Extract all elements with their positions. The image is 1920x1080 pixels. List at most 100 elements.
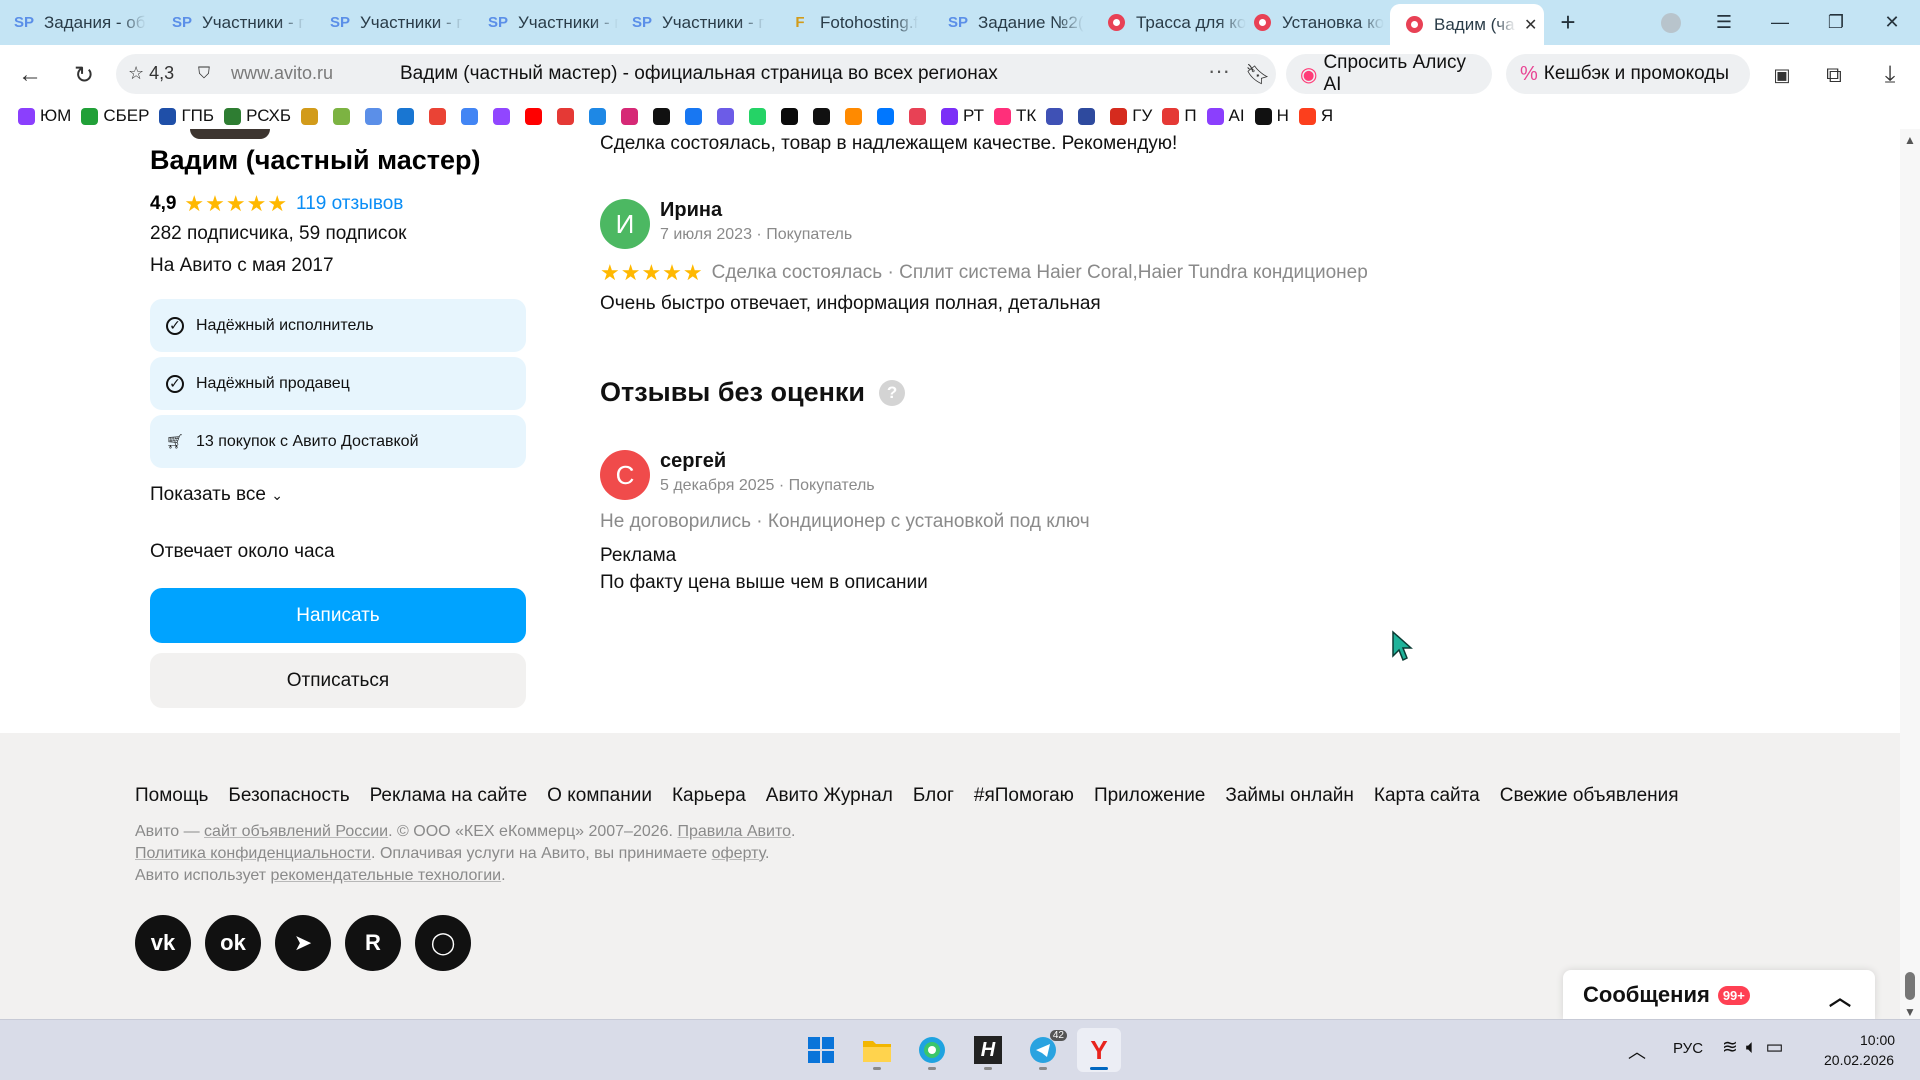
tab-3[interactable]: SP Участники - г (316, 6, 474, 39)
footer-nav-link[interactable]: Реклама на сайте (370, 785, 528, 807)
help-icon[interactable]: ? (879, 379, 906, 406)
footer-nav-link[interactable]: О компании (547, 785, 652, 807)
bookmark-item[interactable] (429, 107, 451, 125)
reload-icon[interactable]: ↻ (66, 57, 102, 93)
tab-2[interactable]: SP Участники - г (158, 6, 316, 39)
footer-nav-link[interactable]: Помощь (135, 785, 208, 807)
wifi-icon[interactable]: ≋ (1722, 1037, 1746, 1058)
bookmark-item[interactable] (621, 107, 643, 125)
tab-6[interactable]: F Fotohosting.f (776, 6, 934, 39)
bookmark-item[interactable] (525, 107, 547, 125)
site-rating[interactable]: ☆ 4,3 (128, 63, 174, 84)
tab-1[interactable]: SP Задания - об (0, 6, 158, 39)
bookmark-icon[interactable]: 🔖︎ (1245, 62, 1270, 87)
bookmark-item[interactable] (813, 107, 835, 125)
restore-icon[interactable]: ❐ (1808, 0, 1864, 45)
h-app-icon[interactable]: H (966, 1028, 1010, 1072)
tab-4[interactable]: SP Участники - г (474, 6, 618, 39)
yandex-browser-icon[interactable]: Y (1077, 1028, 1121, 1072)
footer-nav-link[interactable]: Блог (913, 785, 954, 807)
tab-8[interactable]: Трасса для ко (1092, 6, 1250, 39)
bookmark-item[interactable] (365, 107, 387, 125)
footer-nav-link[interactable]: Свежие объявления (1500, 785, 1679, 807)
bookmark-item[interactable]: AI (1206, 106, 1245, 126)
footer-nav-link[interactable]: #яПомогаю (974, 785, 1074, 807)
footer-link[interactable]: рекомендательные технологии (271, 867, 502, 884)
footer-nav-link[interactable]: Приложение (1094, 785, 1205, 807)
bookmark-item[interactable] (781, 107, 803, 125)
tab-5[interactable]: SP Участники - г (618, 6, 776, 39)
footer-nav-link[interactable]: Карьера (672, 785, 746, 807)
close-window-icon[interactable]: ✕ (1864, 0, 1920, 45)
ok-icon[interactable]: ok (205, 915, 261, 971)
tab-active[interactable]: Вадим (ча ✕ (1390, 4, 1544, 45)
chevron-up-icon[interactable]: ︿ (1829, 980, 1851, 1012)
page-title-in-address[interactable]: Вадим (частный мастер) - официальная стр… (400, 63, 998, 85)
bookmark-item[interactable] (1078, 107, 1100, 125)
footer-nav-link[interactable]: Безопасность (228, 785, 349, 807)
bookmark-item[interactable]: ТК (994, 106, 1036, 126)
file-explorer-icon[interactable] (855, 1028, 899, 1072)
bookmark-item[interactable] (909, 107, 931, 125)
close-tab-icon[interactable]: ✕ (1524, 15, 1537, 35)
reviewer-name[interactable]: сергей (660, 450, 726, 473)
bookmark-item[interactable]: РТ (941, 106, 984, 126)
bookmark-item[interactable] (301, 107, 323, 125)
footer-nav-link[interactable]: Карта сайта (1374, 785, 1480, 807)
telegram-icon[interactable]: ➤ (275, 915, 331, 971)
download-icon[interactable]: ⤓ (1872, 57, 1908, 93)
clock-time[interactable]: 10:00 (1860, 1032, 1895, 1048)
new-tab-button[interactable]: + (1540, 0, 1596, 45)
bookmark-item[interactable] (845, 107, 867, 125)
bookmark-item[interactable] (493, 107, 515, 125)
system-tray-icons[interactable]: ≋🔈︎▭ (1722, 1036, 1791, 1059)
menu-icon[interactable]: ☰ (1696, 0, 1752, 45)
messages-widget[interactable]: Сообщения 99+ ︿ (1563, 970, 1875, 1020)
scroll-down-icon[interactable]: ▼ (1904, 1005, 1916, 1019)
unsubscribe-button[interactable]: Отписаться (150, 653, 526, 708)
bookmark-item[interactable]: РСХБ (224, 106, 291, 126)
bookmark-item[interactable] (685, 107, 707, 125)
show-all-button[interactable]: Показать все ⌄ (150, 484, 283, 506)
extensions-icon[interactable]: ⧉ (1816, 57, 1852, 93)
windows-start-icon[interactable] (799, 1028, 843, 1072)
back-icon[interactable]: ← (12, 57, 48, 93)
edge-icon[interactable] (910, 1028, 954, 1072)
tab-9[interactable]: Установка ко (1238, 6, 1390, 39)
footer-link[interactable]: Правила Авито (677, 823, 791, 840)
bookmark-item[interactable]: Я (1298, 106, 1333, 126)
footer-link[interactable]: Политика конфиденциальности (135, 845, 371, 862)
page-scrollbar[interactable]: ▲ ▼ (1900, 129, 1920, 1019)
footer-link[interactable]: оферту (712, 845, 765, 862)
cashback-button[interactable]: % Кешбэк и промокоды (1506, 54, 1750, 94)
reviews-link[interactable]: 119 отзывов (296, 193, 403, 215)
url-host[interactable]: www.avito.ru (231, 63, 333, 84)
bookmark-item[interactable]: ГПБ (159, 106, 214, 126)
badge-delivery-purchases[interactable]: 🛒︎ 13 покупок с Авито Доставкой (150, 415, 526, 468)
footer-nav-link[interactable]: Займы онлайн (1225, 785, 1353, 807)
bookmark-item[interactable] (397, 107, 419, 125)
footer-nav-link[interactable]: Авито Журнал (766, 785, 893, 807)
telegram-icon[interactable]: 42 (1021, 1028, 1067, 1072)
volume-icon[interactable]: 🔈︎ (1746, 1037, 1765, 1058)
rutube-icon[interactable]: R (345, 915, 401, 971)
bookmark-item[interactable]: ГУ (1110, 106, 1152, 126)
bookmark-item[interactable]: СБЕР (81, 106, 149, 126)
footer-link[interactable]: сайт объявлений России (204, 823, 388, 840)
minimize-icon[interactable]: — (1752, 0, 1808, 45)
bookmark-item[interactable] (749, 107, 771, 125)
alice-button[interactable]: ◉ Спросить Алису AI (1286, 52, 1492, 95)
bookmark-item[interactable] (461, 107, 483, 125)
vk-icon[interactable]: vk (135, 915, 191, 971)
more-icon[interactable]: ··· (1208, 58, 1230, 84)
bookmark-item[interactable] (1046, 107, 1068, 125)
profile-icon[interactable] (1643, 0, 1699, 45)
bookmark-item[interactable] (717, 107, 739, 125)
bookmark-item[interactable] (877, 107, 899, 125)
reviewer-name[interactable]: Ирина (660, 199, 722, 222)
battery-icon[interactable]: ▭ (1765, 1037, 1791, 1058)
bookmark-item[interactable] (589, 107, 611, 125)
input-language[interactable]: РУС (1673, 1040, 1703, 1057)
scroll-up-icon[interactable]: ▲ (1904, 133, 1916, 147)
bookmark-item[interactable] (333, 107, 355, 125)
